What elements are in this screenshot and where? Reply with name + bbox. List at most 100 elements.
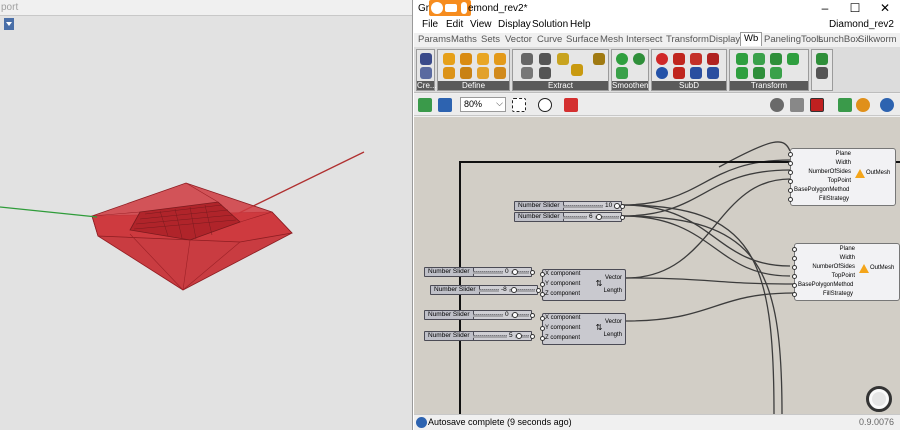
tab-mesh[interactable]: Mesh — [600, 34, 623, 45]
vector-xyz-component[interactable]: X component Y component Z component ⇅ Ve… — [540, 313, 626, 345]
zoom-extents-icon[interactable] — [512, 98, 526, 112]
transform-move-icon[interactable] — [736, 53, 748, 65]
slider-output[interactable] — [530, 270, 535, 275]
transform-rotate-icon[interactable] — [770, 53, 782, 65]
tab-lunchbox[interactable]: LunchBox — [818, 34, 860, 45]
define-octahedron-icon[interactable] — [460, 53, 472, 65]
diamond-mesh-component[interactable]: Plane Width NumberOfSides TopPoint BaseP… — [788, 148, 896, 206]
define-pyramid-icon[interactable] — [477, 53, 489, 65]
define-sphere-icon[interactable] — [494, 67, 506, 79]
extract-edges-icon[interactable] — [539, 53, 551, 65]
save-file-icon[interactable] — [438, 98, 452, 112]
microphone-icon[interactable] — [461, 2, 467, 14]
subd-sphere-icon[interactable] — [656, 53, 668, 65]
menu-solution[interactable]: Solution — [532, 19, 568, 30]
tab-display[interactable]: Display — [709, 34, 740, 45]
grasshopper-canvas[interactable]: Number Slider 10 Number Slider 6 Number … — [414, 117, 900, 414]
tab-params[interactable]: Params — [418, 34, 451, 45]
number-slider-z2[interactable]: Number Slider 5 — [424, 331, 535, 341]
transform-scale-icon[interactable] — [753, 53, 765, 65]
maximize-button[interactable]: ☐ — [840, 0, 870, 18]
input-pin-plane[interactable] — [792, 247, 797, 252]
transform-bend-icon[interactable] — [753, 67, 765, 79]
open-file-icon[interactable] — [418, 98, 432, 112]
smooth-laplacian-icon[interactable] — [616, 67, 628, 79]
input-pin-fill[interactable] — [792, 292, 797, 297]
tab-sets[interactable]: Sets — [481, 34, 500, 45]
number-slider-sides[interactable]: Number Slider 6 — [514, 212, 625, 222]
zoom-dropdown[interactable]: 80% — [460, 97, 506, 112]
slider-grip[interactable] — [596, 214, 602, 220]
menu-help[interactable]: Help — [570, 19, 591, 30]
input-pin-width[interactable] — [792, 256, 797, 261]
subd-triangle-icon[interactable] — [690, 53, 702, 65]
diamond-mesh-component[interactable]: Plane Width NumberOfSides TopPoint BaseP… — [792, 243, 900, 301]
minimize-button[interactable]: – — [810, 0, 840, 18]
input-pin-basepolygon[interactable] — [788, 188, 793, 193]
number-slider-x2[interactable]: Number Slider 0 — [424, 310, 535, 320]
input-pin-plane[interactable] — [788, 152, 793, 157]
input-pin-toppoint[interactable] — [788, 179, 793, 184]
canvas-navigator-icon[interactable] — [866, 386, 892, 412]
camera-icon[interactable] — [445, 4, 457, 12]
tab-wb[interactable]: Wb — [740, 32, 763, 46]
slider-grip[interactable] — [512, 269, 518, 275]
bake-icon[interactable] — [838, 98, 852, 112]
extract-vertices-icon[interactable] — [557, 53, 569, 65]
slider-output[interactable] — [530, 313, 535, 318]
transform-mirror-icon[interactable] — [787, 53, 799, 65]
transform-twist-icon[interactable] — [736, 67, 748, 79]
rhino-viewport[interactable]: port — [0, 0, 413, 430]
tab-silkworm[interactable]: Silkworm — [858, 34, 897, 45]
input-pin-fill[interactable] — [788, 197, 793, 202]
extract-normals-icon[interactable] — [593, 53, 605, 65]
extract-loops-icon[interactable] — [539, 67, 551, 79]
subd-red-cone-icon[interactable] — [673, 67, 685, 79]
input-pin-basepolygon[interactable] — [792, 283, 797, 288]
menu-display[interactable]: Display — [498, 19, 531, 30]
subd-diamond-icon[interactable] — [707, 53, 719, 65]
close-button[interactable]: ✕ — [870, 0, 900, 18]
define-cube-icon[interactable] — [443, 53, 455, 65]
subd-blue-sphere-icon[interactable] — [656, 67, 668, 79]
define-cone-icon[interactable] — [494, 53, 506, 65]
viewport-menu-button[interactable] — [4, 18, 14, 30]
define-dodecahedron-icon[interactable] — [477, 67, 489, 79]
tab-intersect[interactable]: Intersect — [626, 34, 662, 45]
number-slider-x1[interactable]: Number Slider 0 — [424, 267, 535, 277]
menu-file[interactable]: File — [422, 19, 438, 30]
misc-split-icon[interactable] — [816, 67, 828, 79]
slider-output[interactable] — [620, 215, 625, 220]
menu-view[interactable]: View — [470, 19, 492, 30]
input-pin-sides[interactable] — [792, 265, 797, 270]
preview-eye-icon[interactable] — [538, 98, 552, 112]
transform-taper-icon[interactable] — [770, 67, 782, 79]
viewport-scene[interactable] — [0, 0, 413, 430]
number-slider-y1[interactable]: Number Slider -8 — [430, 285, 541, 295]
slider-track[interactable] — [473, 271, 529, 274]
input-pin-width[interactable] — [788, 161, 793, 166]
screen-share-bar[interactable] — [429, 0, 471, 16]
tab-maths[interactable]: Maths — [451, 34, 477, 45]
menu-edit[interactable]: Edit — [446, 19, 463, 30]
subd-blue-pyramid-icon[interactable] — [707, 67, 719, 79]
preview-shaded-icon[interactable] — [790, 98, 804, 112]
define-diamond-icon[interactable] — [460, 67, 472, 79]
custom-preview-icon[interactable] — [856, 98, 870, 112]
subd-x-icon[interactable] — [673, 53, 685, 65]
tab-surface[interactable]: Surface — [566, 34, 599, 45]
slider-grip[interactable] — [512, 312, 518, 318]
number-slider-width[interactable]: Number Slider 10 — [514, 201, 625, 211]
preview-selected-icon[interactable] — [810, 98, 824, 112]
smooth-loop-icon[interactable] — [633, 53, 645, 65]
extract-boundary-icon[interactable] — [521, 67, 533, 79]
input-pin-sides[interactable] — [788, 170, 793, 175]
slider-track[interactable] — [473, 314, 529, 317]
define-prism-icon[interactable] — [443, 67, 455, 79]
slider-output[interactable] — [530, 334, 535, 339]
display-sphere-icon[interactable] — [880, 98, 894, 112]
misc-join-icon[interactable] — [816, 53, 828, 65]
browser-icon[interactable] — [431, 2, 443, 14]
create-mesh-icon[interactable] — [420, 53, 432, 65]
tab-vector[interactable]: Vector — [505, 34, 532, 45]
